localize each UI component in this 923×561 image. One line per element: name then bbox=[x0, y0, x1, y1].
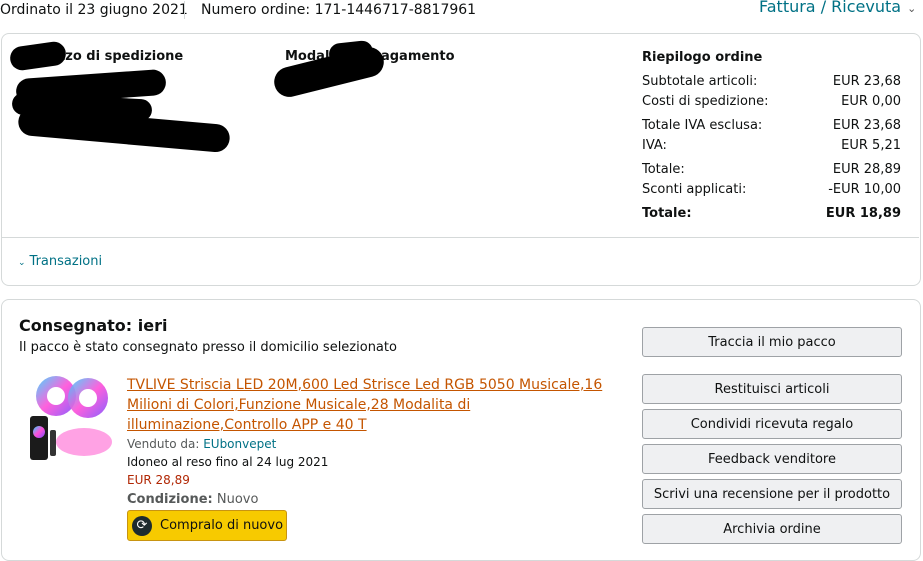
order-date: Ordinato il 23 giugno 2021 bbox=[0, 2, 188, 18]
color-wheel-icon bbox=[33, 426, 45, 438]
chevron-down-icon: ⌄ bbox=[18, 258, 26, 268]
summary-row-value: EUR 28,89 bbox=[832, 162, 901, 177]
order-summary-title: Riepilogo ordine bbox=[642, 50, 763, 65]
summary-row-label: Costi di spedizione: bbox=[642, 94, 769, 109]
seller-info: Venduto da: EUbonvepet bbox=[127, 437, 276, 451]
write-review-button[interactable]: Scrivi una recensione per il prodotto bbox=[642, 479, 902, 509]
sold-by-label: Venduto da: bbox=[127, 437, 200, 451]
grand-total-label: Totale: bbox=[642, 206, 692, 221]
product-thumbnail[interactable] bbox=[26, 372, 116, 464]
summary-row-value: EUR 5,21 bbox=[841, 138, 901, 153]
share-gift-receipt-button[interactable]: Condividi ricevuta regalo bbox=[642, 409, 902, 439]
buy-again-label[interactable]: Compralo di nuovo bbox=[160, 518, 283, 533]
led-strip-glow bbox=[56, 428, 112, 456]
track-package-button[interactable]: Traccia il mio pacco bbox=[642, 327, 902, 357]
summary-row-label: Subtotale articoli: bbox=[642, 74, 758, 89]
remote-icon bbox=[50, 430, 56, 456]
seller-feedback-button[interactable]: Feedback venditore bbox=[642, 444, 902, 474]
transactions-link[interactable]: ⌄ Transazioni bbox=[18, 254, 102, 269]
refresh-icon: ⟳ bbox=[132, 515, 152, 536]
delivery-status: Consegnato: ieri bbox=[19, 316, 168, 335]
return-eligibility: Idoneo al reso fino al 24 lug 2021 bbox=[127, 455, 329, 469]
product-title-link[interactable]: TVLIVE Striscia LED 20M,600 Led Strisce … bbox=[127, 375, 617, 435]
reel-center bbox=[47, 387, 65, 405]
invoice-link-label[interactable]: Fattura / Ricevuta bbox=[759, 0, 901, 16]
delivery-status-detail: Il pacco è stato consegnato presso il do… bbox=[19, 340, 397, 355]
summary-row-label: Sconti applicati: bbox=[642, 182, 747, 197]
summary-row-label: Totale IVA esclusa: bbox=[642, 118, 763, 133]
reel-center bbox=[79, 389, 97, 407]
buy-again-button[interactable]: ⟳ Compralo di nuovo bbox=[127, 510, 287, 541]
header-separator bbox=[184, 1, 185, 19]
summary-row-value: EUR 0,00 bbox=[841, 94, 901, 109]
chevron-down-icon: ⌄ bbox=[907, 2, 917, 15]
product-condition: Condizione: Nuovo bbox=[127, 492, 258, 507]
seller-link[interactable]: EUbonvepet bbox=[203, 437, 276, 451]
invoice-link[interactable]: Fattura / Ricevuta ⌄ bbox=[759, 0, 916, 16]
archive-order-button[interactable]: Archivia ordine bbox=[642, 514, 902, 544]
summary-row-value: -EUR 10,00 bbox=[828, 182, 901, 197]
condition-label: Condizione: bbox=[127, 492, 213, 507]
summary-row-label: IVA: bbox=[642, 138, 667, 153]
condition-value: Nuovo bbox=[216, 492, 259, 507]
box-divider bbox=[2, 237, 919, 238]
summary-row-label: Totale: bbox=[642, 162, 685, 177]
order-number: Numero ordine: 171-1446717-8817961 bbox=[201, 2, 477, 18]
summary-row-value: EUR 23,68 bbox=[832, 118, 901, 133]
grand-total-value: EUR 18,89 bbox=[825, 206, 901, 221]
product-price: EUR 28,89 bbox=[127, 473, 190, 487]
summary-row-value: EUR 23,68 bbox=[832, 74, 901, 89]
return-items-button[interactable]: Restituisci articoli bbox=[642, 374, 902, 404]
transactions-label[interactable]: Transazioni bbox=[30, 254, 103, 269]
